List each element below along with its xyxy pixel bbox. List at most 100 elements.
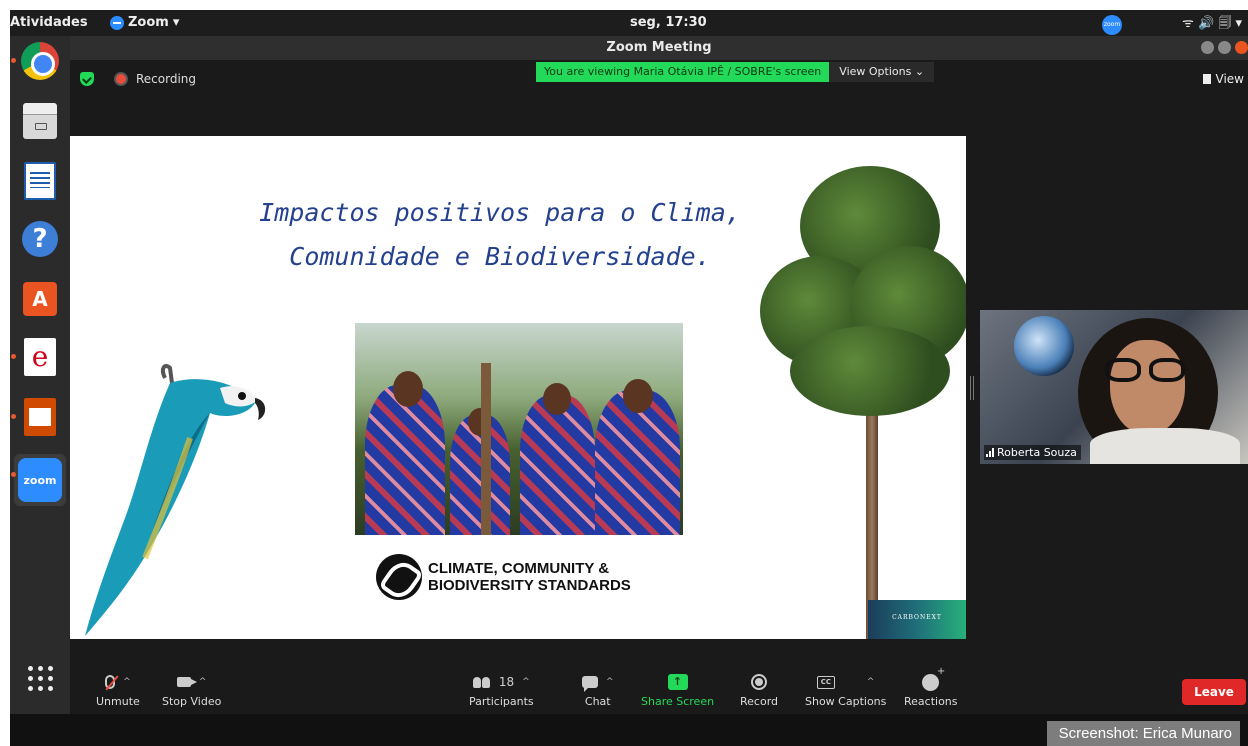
audio-options-caret[interactable]: ^ xyxy=(123,677,131,687)
split-view-handle[interactable] xyxy=(970,376,974,400)
running-indicator xyxy=(11,414,16,419)
record-label: Record xyxy=(740,695,779,708)
reactions-label: Reactions xyxy=(904,695,958,708)
chat-label: Chat xyxy=(584,695,611,708)
view-icon xyxy=(1202,74,1211,84)
macaw-image xyxy=(85,364,266,636)
leave-button[interactable]: Leave xyxy=(1182,679,1246,705)
ccb-standards-logo: CLIMATE, COMMUNITY & BIODIVERSITY STANDA… xyxy=(376,554,631,600)
shield-icon[interactable] xyxy=(80,72,94,86)
app-menu-label: Zoom xyxy=(128,15,169,30)
record-icon xyxy=(751,674,767,690)
show-applications-icon[interactable] xyxy=(24,662,58,696)
shared-screen: Impactos positivos para o Clima, Comunid… xyxy=(70,136,966,639)
earth-poster xyxy=(1014,316,1074,376)
chat-caret[interactable]: ^ xyxy=(606,677,614,687)
slide-title: Impactos positivos para o Clima, Comunid… xyxy=(200,191,800,279)
files-icon xyxy=(23,103,57,139)
running-indicator xyxy=(11,354,16,359)
stop-video-button[interactable]: ^ Stop Video xyxy=(162,672,221,708)
app-menu[interactable]: Zoom ▾ xyxy=(110,15,179,30)
participant-name: Roberta Souza xyxy=(997,446,1077,459)
chevron-down-icon: ▾ xyxy=(172,15,180,30)
activities-button[interactable]: Atividades xyxy=(10,15,88,30)
microphone-muted-icon xyxy=(105,675,116,689)
captions-caret[interactable]: ^ xyxy=(867,677,875,687)
screenshot-credit: Screenshot: Erica Munaro xyxy=(1046,721,1240,746)
show-captions-label: Show Captions xyxy=(805,695,887,708)
stop-video-label: Stop Video xyxy=(162,695,222,708)
window-title-bar[interactable]: Zoom Meeting xyxy=(70,36,1248,60)
dock-item-software-store[interactable]: A xyxy=(19,278,61,320)
record-button[interactable]: Record xyxy=(740,672,778,708)
recording-icon xyxy=(116,74,126,84)
share-screen-icon: ↑ xyxy=(667,674,688,690)
unmute-button[interactable]: ^ Unmute xyxy=(96,672,140,708)
maximize-button[interactable] xyxy=(1218,41,1231,54)
participant-count: 18 xyxy=(498,675,515,689)
chrome-icon xyxy=(21,42,59,80)
help-icon: ? xyxy=(22,221,58,257)
dock: ? A e zoom xyxy=(10,36,70,714)
dock-item-pdf-viewer[interactable]: e xyxy=(11,336,61,378)
dock-item-writer[interactable] xyxy=(19,160,61,202)
minimize-button[interactable] xyxy=(1201,41,1214,54)
zoom-tray-icon[interactable]: zoom xyxy=(1102,14,1123,35)
screen-share-banner: You are viewing Maria Otávia IPÊ / SOBRE… xyxy=(536,62,935,82)
tree-image xyxy=(760,166,966,639)
running-indicator xyxy=(11,58,16,63)
pdf-viewer-icon: e xyxy=(24,338,56,376)
zoom-icon: zoom xyxy=(18,458,62,502)
share-banner-text: You are viewing Maria Otávia IPÊ / SOBRE… xyxy=(536,62,830,82)
participants-button[interactable]: 18 ^ Participants xyxy=(469,672,534,708)
participant-video[interactable]: Roberta Souza xyxy=(980,310,1248,464)
view-button[interactable]: View xyxy=(1202,72,1244,86)
chat-button[interactable]: ^ Chat xyxy=(582,672,614,708)
dock-item-impress[interactable] xyxy=(11,396,61,438)
dock-item-chrome[interactable] xyxy=(11,40,61,82)
recording-label: Recording xyxy=(136,72,197,86)
system-top-bar: Atividades Zoom ▾ seg, 17:30 zoom ᯤ 🔊 🗐 … xyxy=(10,10,1248,36)
zoom-icon xyxy=(110,15,124,30)
slide-title-line-2: Comunidade e Biodiversidade. xyxy=(289,242,711,271)
participant-name-tag: Roberta Souza xyxy=(984,445,1081,460)
participants-icon xyxy=(472,676,491,688)
participants-label: Participants xyxy=(469,695,534,708)
captions-icon: CC xyxy=(816,675,835,689)
share-screen-label: Share Screen xyxy=(641,695,715,708)
window-controls xyxy=(1201,41,1248,54)
dock-item-files[interactable] xyxy=(19,100,61,142)
close-button[interactable] xyxy=(1235,41,1248,54)
meeting-info-bar: Recording xyxy=(80,72,196,86)
signal-strength-icon xyxy=(986,448,994,457)
software-store-icon: A xyxy=(23,282,57,316)
share-screen-button[interactable]: ↑ Share Screen xyxy=(641,672,714,708)
view-label: View xyxy=(1215,72,1244,86)
writer-icon xyxy=(24,162,56,200)
zoom-meeting-window: Zoom Meeting You are viewing Maria Otávi… xyxy=(70,36,1248,714)
dock-item-zoom[interactable]: zoom xyxy=(11,454,66,506)
reactions-button[interactable]: Reactions xyxy=(904,666,958,709)
show-captions-button[interactable]: CC ^ Show Captions xyxy=(805,672,886,708)
running-indicator xyxy=(11,472,16,477)
meeting-toolbar: ^ Unmute ^ Stop Video 18 ^ Participants ^… xyxy=(70,666,1248,714)
video-options-caret[interactable]: ^ xyxy=(199,677,207,687)
view-options-button[interactable]: View Options ⌄ xyxy=(829,62,935,82)
carbonext-logo: CARBONEXT xyxy=(868,600,966,639)
status-icons[interactable]: ᯤ 🔊 🗐 ▾ xyxy=(1182,13,1242,36)
unmute-label: Unmute xyxy=(96,695,140,708)
ccb-text-line-2: BIODIVERSITY STANDARDS xyxy=(428,577,631,594)
video-camera-icon xyxy=(176,677,197,687)
slide-title-line-1: Impactos positivos para o Clima, xyxy=(259,198,741,227)
system-tray[interactable]: zoom ᯤ 🔊 🗐 ▾ xyxy=(1102,13,1242,36)
dock-item-help[interactable]: ? xyxy=(19,218,61,260)
clock[interactable]: seg, 17:30 xyxy=(630,15,707,30)
impress-icon xyxy=(24,398,56,436)
window-title: Zoom Meeting xyxy=(606,40,712,55)
participants-caret[interactable]: ^ xyxy=(522,677,530,687)
community-photo xyxy=(355,323,683,535)
ccb-text-line-1: CLIMATE, COMMUNITY & xyxy=(428,560,610,577)
chat-icon xyxy=(582,676,598,692)
reactions-icon xyxy=(922,666,945,691)
ccb-icon xyxy=(376,554,422,600)
